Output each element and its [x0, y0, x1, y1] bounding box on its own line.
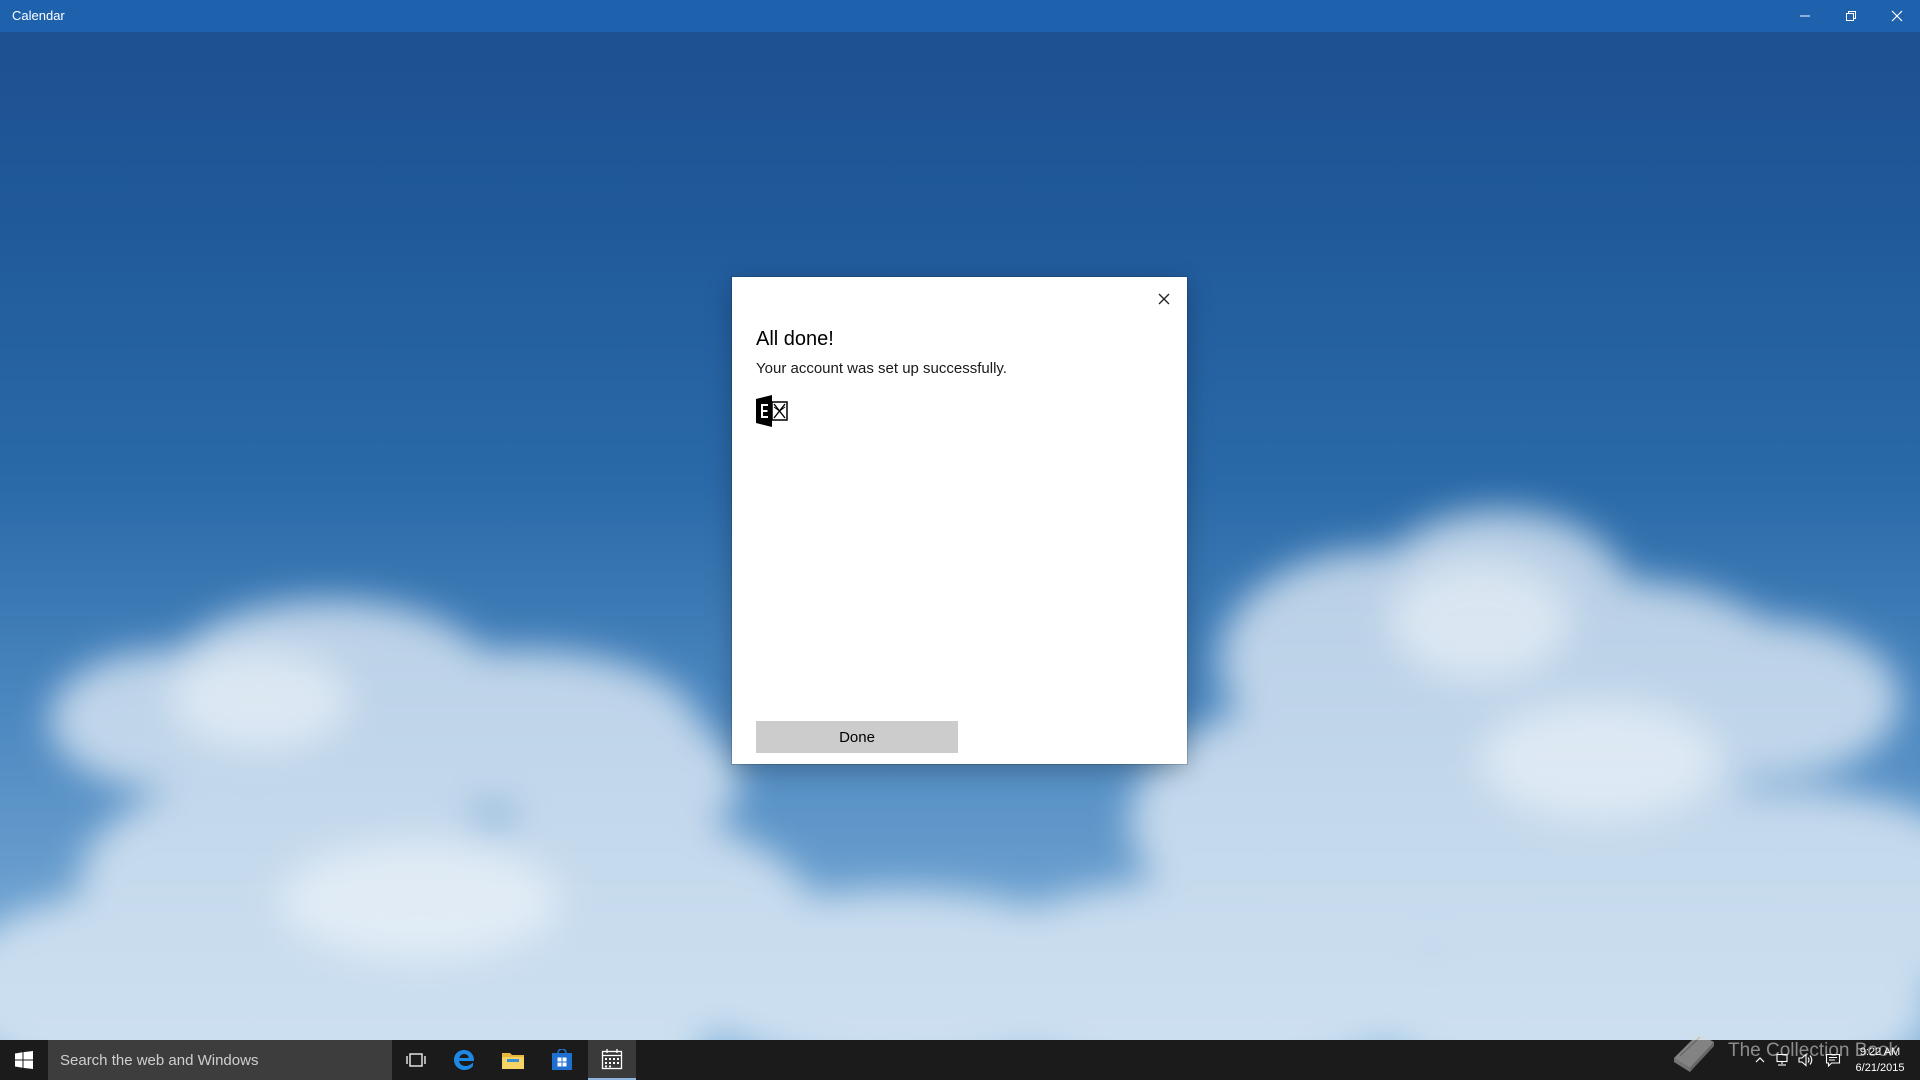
book-icon	[1674, 1034, 1714, 1072]
minimize-button[interactable]	[1782, 0, 1828, 32]
store-icon	[552, 1049, 572, 1070]
folder-icon	[502, 1053, 524, 1069]
exchange-icon	[756, 395, 788, 427]
start-button[interactable]	[0, 1040, 48, 1080]
watermark-text: The Collection Book	[1728, 1040, 1899, 1061]
window-title: Calendar	[12, 8, 65, 23]
done-button[interactable]: Done	[756, 721, 958, 753]
taskbar: Search the web and Windows 9:22 AM 6/21/…	[0, 1040, 1920, 1080]
watermark: The Collection Book	[1668, 1028, 1898, 1074]
close-icon	[1158, 293, 1170, 305]
taskbar-file-explorer-button[interactable]	[489, 1040, 537, 1080]
restore-icon	[1846, 11, 1856, 21]
close-icon	[1891, 10, 1903, 22]
calendar-icon	[601, 1049, 623, 1070]
desktop: Calendar All done! Your account was set …	[0, 0, 1920, 1080]
dialog-close-button[interactable]	[1150, 285, 1178, 313]
search-placeholder: Search the web and Windows	[60, 1051, 259, 1069]
minimize-icon	[1800, 15, 1810, 17]
restore-button[interactable]	[1828, 0, 1874, 32]
edge-icon	[454, 1050, 475, 1070]
taskbar-task-view-button[interactable]	[392, 1040, 440, 1080]
dialog-message: Your account was set up successfully.	[756, 360, 1007, 377]
task-view-icon	[406, 1053, 426, 1067]
dialog-heading: All done!	[756, 328, 834, 350]
search-box[interactable]: Search the web and Windows	[48, 1040, 392, 1080]
app-title-bar: Calendar	[0, 0, 1920, 32]
taskbar-edge-button[interactable]	[440, 1040, 488, 1080]
taskbar-store-button[interactable]	[538, 1040, 586, 1080]
close-window-button[interactable]	[1874, 0, 1920, 32]
taskbar-calendar-button[interactable]	[588, 1040, 636, 1080]
account-setup-dialog: All done! Your account was set up succes…	[732, 277, 1187, 764]
windows-logo-icon	[15, 1051, 33, 1069]
